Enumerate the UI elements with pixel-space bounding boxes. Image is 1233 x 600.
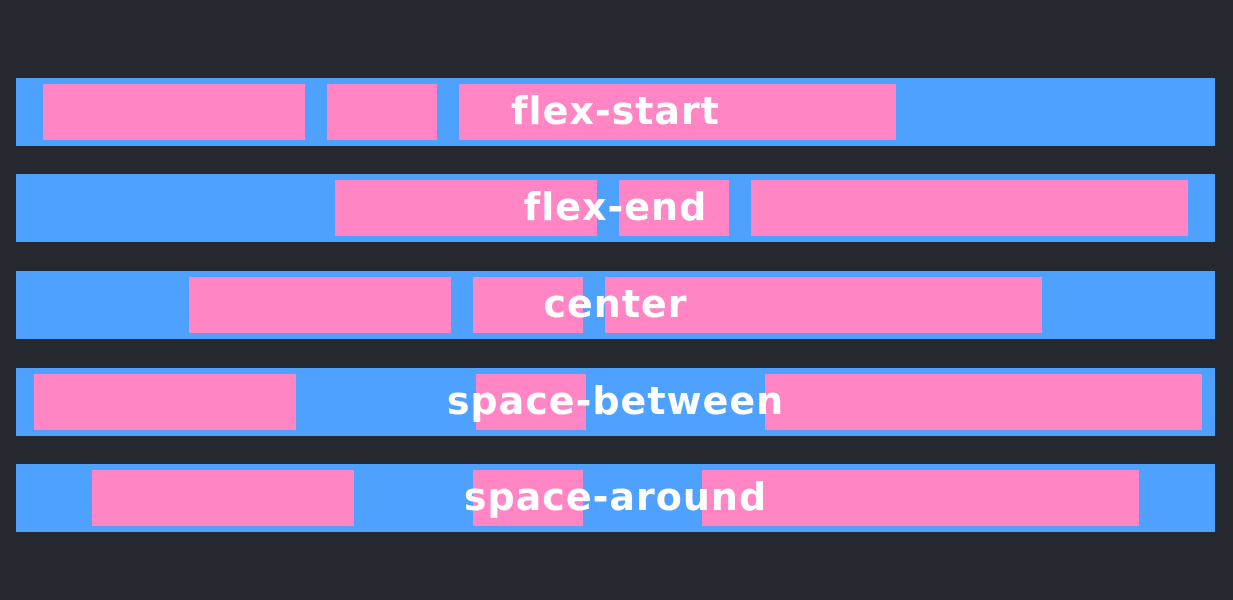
flex-item-1 — [335, 180, 597, 236]
flex-end-container: flex-end — [16, 174, 1215, 242]
flex-item-2 — [472, 470, 583, 526]
flex-item-2 — [619, 180, 729, 236]
flex-item-3 — [605, 277, 1042, 333]
flex-item-2 — [473, 277, 583, 333]
flex-item-2 — [327, 84, 437, 140]
flex-item-1 — [91, 470, 354, 526]
flex-item-3 — [702, 470, 1140, 526]
flex-item-2 — [475, 374, 586, 430]
space-between-container: space-between — [16, 368, 1215, 436]
flex-item-1 — [34, 374, 296, 430]
flex-item-3 — [751, 180, 1188, 236]
flex-item-3 — [765, 374, 1202, 430]
center-container: center — [16, 271, 1215, 339]
flex-start-container: flex-start — [16, 78, 1215, 146]
space-around-container: space-around — [16, 464, 1215, 532]
flex-item-1 — [189, 277, 451, 333]
flex-item-3 — [459, 84, 896, 140]
flex-item-1 — [43, 84, 305, 140]
